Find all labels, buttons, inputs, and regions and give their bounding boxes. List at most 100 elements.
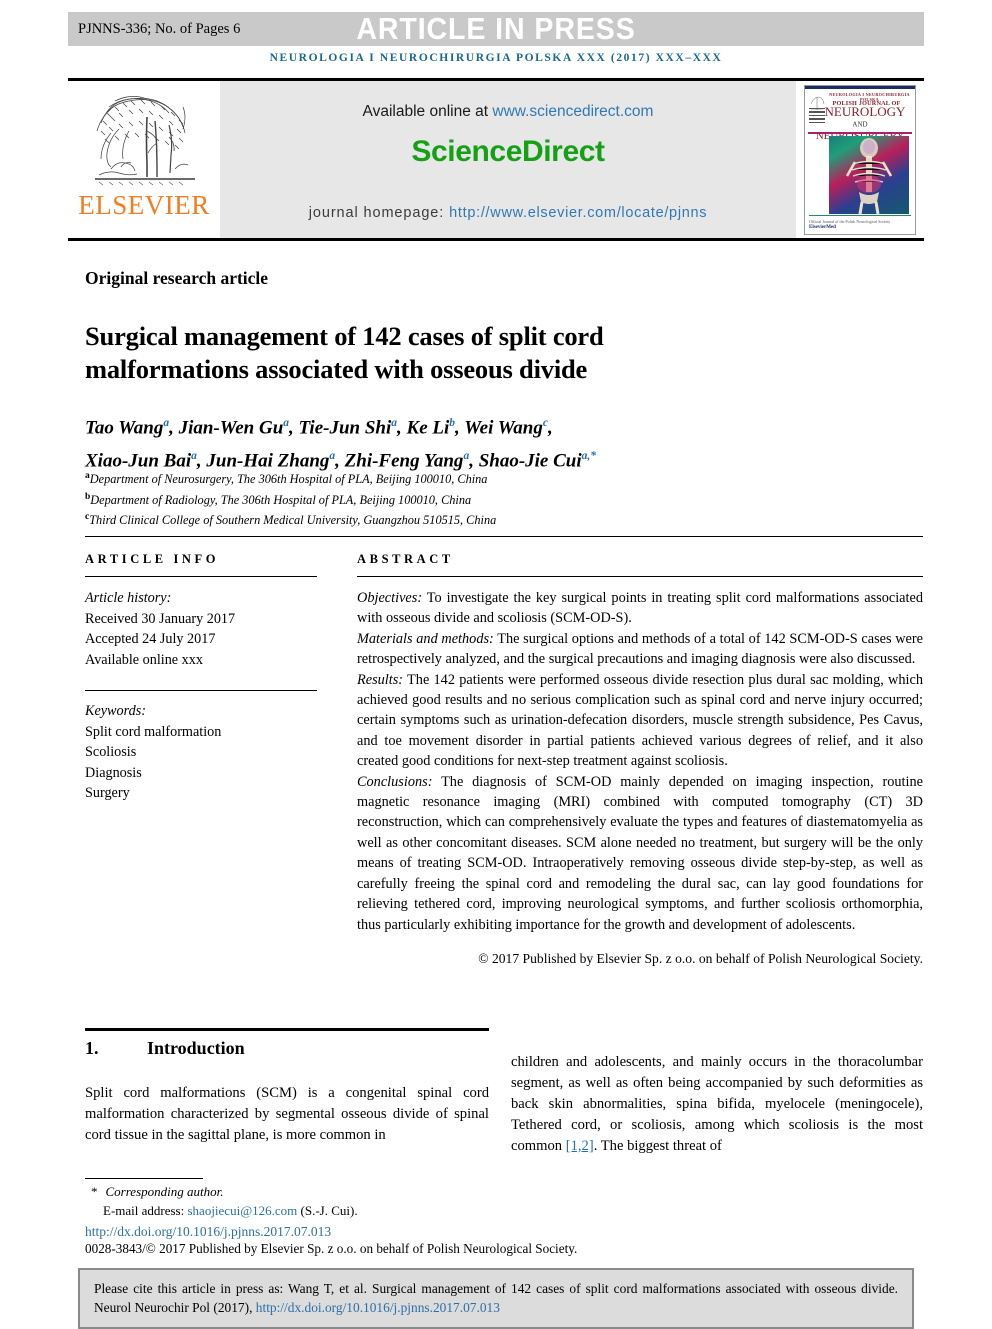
introduction-left-column: Split cord malformations (SCM) is a cong… [85,1085,489,1143]
article-history-block: Article history: Received 30 January 201… [85,588,317,670]
abstract-copyright: © 2017 Published by Elsevier Sp. z o.o. … [478,950,923,966]
section-number: 1. [85,1038,99,1058]
journal-reference-line: NEUROLOGIA I NEUROCHIRURGIA POLSKA XXX (… [269,52,723,64]
author-name: Wei Wang [464,417,543,439]
article-info-heading: ARTICLE INFO [85,552,220,566]
article-type-label: Original research article [85,268,269,288]
author-name: Ke Li [406,417,450,439]
cover-footer-brand: ElsevierMed [809,224,836,230]
cover-neurology-label: NEUROLOGY [824,103,906,119]
abstract-objectives-text: To investigate the key surgical points i… [357,590,923,627]
cover-magenta-rule [808,131,912,134]
email-link[interactable]: shaojiecui@126.com [187,1203,297,1218]
email-label: E-mail address: [103,1202,188,1218]
affiliation-text: Department of Neurosurgery, The 306th Ho… [89,472,488,487]
author-affiliation-mark: a,* [581,450,597,463]
article-info-column: ARTICLE INFO Article history: Received 3… [85,552,317,804]
journal-homepage-prefix: journal homepage: [308,205,450,221]
author-list: Tao Wanga, Jian-Wen Gua, Tie-Jun Shia, K… [85,409,785,476]
affiliation-list: aDepartment of Neurosurgery, The 306th H… [85,468,785,530]
cover-skeleton-figure [845,137,893,214]
doi-link[interactable]: http://dx.doi.org/10.1016/j.pjnns.2017.0… [85,1224,331,1239]
abstract-results: Results: The 142 patients were performed… [357,670,923,772]
asterisk-icon: * [91,1184,98,1199]
keywords-block: Keywords: Split cord malformation Scolio… [85,701,317,804]
article-history-label: Article history: [85,590,172,606]
email-suffix: (S.-J. Cui). [297,1202,358,1218]
page-title: Surgical management of 142 cases of spli… [85,320,604,384]
abstract-conclusions-label: Conclusions: [357,773,433,790]
footnote-divider [85,1178,203,1179]
abstract-heading: ABSTRACT [357,552,454,566]
abstract-results-label: Results: [357,671,404,688]
section-heading: 1. Introduction [85,1038,489,1059]
affiliation-text: Department of Radiology, The 306th Hospi… [90,492,472,507]
article-in-press-banner: PJNNS-336; No. of Pages 6 ARTICLE IN PRE… [68,12,924,46]
author-separator: , [169,417,179,439]
corresponding-author-note: * Corresponding author. [85,1183,505,1202]
cover-anatomy-illustration [829,135,909,214]
author-separator: , [289,417,299,439]
cover-top-rule [805,85,915,89]
journal-cover-block: NEUROLOGIA I NEUROCHIRURGIA POLSKA POLIS… [796,81,924,238]
abstract-column: ABSTRACT Objectives: To investigate the … [357,552,923,969]
journal-homepage-link[interactable]: http://www.elsevier.com/locate/pjnns [449,205,707,221]
author-separator: , [397,417,407,439]
abstract-materials: Materials and methods: The surgical opti… [357,629,923,670]
sciencedirect-url-link[interactable]: www.sciencedirect.com [492,103,653,120]
abstract-rule [357,576,923,577]
doi-link-line: http://dx.doi.org/10.1016/j.pjnns.2017.0… [85,1224,331,1240]
keywords-rule [85,690,317,691]
journal-masthead: ELSEVIER Available online at www.science… [68,78,924,241]
footnote-block: * Corresponding author. E-mail address: s… [85,1183,505,1220]
author-separator: , [547,417,553,439]
intro-text-part2: . The biggest threat of [593,1138,722,1154]
cover-footer-small: Official Journal of the Polish Neurologi… [809,218,891,224]
keyword-item: Split cord malformation [85,723,222,740]
author-name: Jian-Wen Gu [178,417,284,439]
keyword-item: Surgery [85,785,130,801]
corresponding-author-text: Corresponding author. [105,1184,224,1199]
elsevier-logo-block: ELSEVIER [68,81,220,238]
article-accepted-date: Accepted 24 July 2017 [85,631,216,647]
keyword-item: Scoliosis [85,744,137,760]
introduction-divider [85,1028,489,1031]
section-title: Introduction [147,1038,245,1058]
introduction-right-column: children and adolescents, and mainly occ… [511,1052,923,1157]
available-online-line: Available online at www.sciencedirect.co… [363,103,654,121]
affiliation-text: Third Clinical College of Southern Medic… [89,513,497,528]
keywords-label: Keywords: [85,703,146,719]
cover-bottom-rule [809,214,911,216]
article-info-rule [85,576,317,577]
journal-cover-thumbnail: NEUROLOGIA I NEUROCHIRURGIA POLSKA POLIS… [804,84,916,235]
email-line: E-mail address: shaojiecui@126.com (S.-J… [85,1202,505,1221]
issn-copyright-line: 0028-3843/© 2017 Published by Elsevier S… [85,1241,578,1256]
cite-this-article-box: Please cite this article in press as: Wa… [78,1268,914,1329]
abstract-conclusions: Conclusions: The diagnosis of SCM-OD mai… [357,772,923,935]
journal-homepage-line: journal homepage: http://www.elsevier.co… [309,205,707,221]
abstract-results-text: The 142 patients were performed osseous … [357,671,923,770]
abstract-objectives: Objectives: To investigate the key surgi… [357,588,923,629]
keyword-item: Diagnosis [85,764,142,781]
affiliation-item: cThird Clinical College of Southern Medi… [85,509,785,530]
available-online-prefix: Available online at [362,103,493,120]
cover-and-label: AND [852,119,868,128]
sciencedirect-logo: ScienceDirect [411,135,605,168]
citation-link-1-2[interactable]: [1,2] [566,1138,594,1154]
abstract-body: Objectives: To investigate the key surgi… [357,588,923,969]
elsevier-wordmark: ELSEVIER [78,190,210,220]
author-name: Tao Wang [85,417,164,439]
sciencedirect-block: Available online at www.sciencedirect.co… [220,81,796,238]
header-divider [85,536,923,537]
article-received-date: Received 30 January 2017 [85,610,236,627]
author-name: Tie-Jun Shi [298,417,392,439]
abstract-objectives-label: Objectives: [357,590,423,606]
article-id-label: PJNNS-336; No. of Pages 6 [78,20,241,37]
abstract-materials-label: Materials and methods: [357,630,494,647]
elsevier-tree-icon [95,96,195,186]
abstract-conclusions-text: The diagnosis of SCM-OD mainly depended … [357,773,923,933]
cover-footer: Official Journal of the Polish Neurologi… [809,219,890,230]
affiliation-item: aDepartment of Neurosurgery, The 306th H… [85,468,785,489]
article-available-online: Available online xxx [85,651,203,668]
cite-doi-link[interactable]: http://dx.doi.org/10.1016/j.pjnns.2017.0… [256,1300,500,1315]
